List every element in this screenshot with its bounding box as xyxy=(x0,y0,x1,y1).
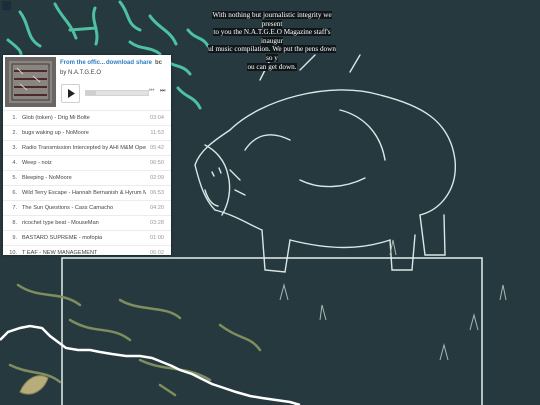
track-name: Weep - noiz xyxy=(22,160,52,166)
track-name: T EAF - NEW MANAGEMENT xyxy=(22,250,98,256)
white-frame xyxy=(61,257,483,405)
album-cover[interactable] xyxy=(5,57,56,107)
intro-text: With nothing but journalistic integrity … xyxy=(204,11,340,71)
track-duration: 11:53 xyxy=(150,130,164,136)
bandcamp-player: From the offic... download share bc by N… xyxy=(3,55,171,256)
track-row[interactable]: 6. Wild Terry Escape - Hannah Bernanish … xyxy=(3,185,171,200)
track-name: Wild Terry Escape - Hannah Bernanish & H… xyxy=(22,190,146,196)
play-button[interactable] xyxy=(61,84,80,103)
track-name: bugs waking up - NoMoore xyxy=(22,130,89,136)
progress-bar[interactable] xyxy=(85,90,149,96)
previous-track-icon[interactable]: ⏮ xyxy=(149,88,154,95)
track-number: 8. xyxy=(12,220,17,226)
hippo-sketch xyxy=(194,54,456,273)
track-number: 5. xyxy=(12,175,17,181)
track-row[interactable]: 1. Glob (token) - Drig Mi Bolte 03:04 xyxy=(3,110,171,125)
track-name: BASTARD SUPREME - mofopia xyxy=(22,235,103,241)
track-name: Bleeping - NoMoore xyxy=(22,175,72,181)
track-number: 2. xyxy=(12,130,17,136)
album-title-link[interactable]: From the offic... xyxy=(60,60,105,66)
track-name: ricochet type beat - MouseMan xyxy=(22,220,99,226)
track-row[interactable]: 2. bugs waking up - NoMoore 11:53 xyxy=(3,125,171,140)
track-list: 1. Glob (token) - Drig Mi Bolte 03:04 2.… xyxy=(3,110,171,260)
track-number: 10. xyxy=(9,250,17,256)
track-row[interactable]: 8. ricochet type beat - MouseMan 03:28 xyxy=(3,215,171,230)
share-link[interactable]: share xyxy=(136,60,152,66)
track-number: 4. xyxy=(12,160,17,166)
track-row[interactable]: 3. Radio Transmission Intercepted by AHI… xyxy=(3,140,171,155)
track-row[interactable]: 10. T EAF - NEW MANAGEMENT 06:02 xyxy=(3,245,171,260)
track-number: 9. xyxy=(12,235,17,241)
track-row[interactable]: 7. The Sun Questions - Cass Camacho 04:2… xyxy=(3,200,171,215)
track-duration: 06:02 xyxy=(150,250,164,256)
track-number: 3. xyxy=(12,145,17,151)
track-row[interactable]: 5. Bleeping - NoMoore 02:09 xyxy=(3,170,171,185)
track-name: Radio Transmission Intercepted by AHI M&… xyxy=(22,145,146,151)
progress-fill xyxy=(86,91,96,95)
track-duration: 01:00 xyxy=(150,235,164,241)
track-name: The Sun Questions - Cass Camacho xyxy=(22,205,114,211)
back-link[interactable]: < xyxy=(2,1,11,10)
track-number: 6. xyxy=(12,190,17,196)
track-number: 1. xyxy=(12,115,17,121)
track-duration: 02:09 xyxy=(150,175,164,181)
intro-line-3: ul music compilation. We put the pens do… xyxy=(208,45,336,62)
play-icon xyxy=(68,89,75,98)
olive-leaf xyxy=(19,375,49,395)
track-duration: 05:42 xyxy=(150,145,164,151)
track-duration: 06:53 xyxy=(150,190,164,196)
bandcamp-logo-icon[interactable]: bc xyxy=(155,60,162,66)
bandcamp-logo-text: bc xyxy=(155,60,163,66)
track-duration: 04:20 xyxy=(150,205,164,211)
track-duration: 03:28 xyxy=(150,220,164,226)
intro-line-2: to you the N.A.T.G.E.O Magazine staff's … xyxy=(213,28,331,45)
white-chalk-line xyxy=(0,324,301,405)
track-name: Glob (token) - Drig Mi Bolte xyxy=(22,115,90,121)
track-duration: 06:50 xyxy=(150,160,164,166)
intro-line-1: With nothing but journalistic integrity … xyxy=(212,11,332,28)
track-row[interactable]: 9. BASTARD SUPREME - mofopia 01:00 xyxy=(3,230,171,245)
next-track-icon[interactable]: ⏭ xyxy=(160,88,165,95)
download-link[interactable]: download xyxy=(106,60,134,66)
track-number: 7. xyxy=(12,205,17,211)
track-row[interactable]: 4. Weep - noiz 06:50 xyxy=(3,155,171,170)
track-duration: 03:04 xyxy=(150,115,164,121)
intro-line-4: ou can get down. xyxy=(247,62,297,71)
artist-link[interactable]: by N.A.T.G.E.O xyxy=(60,70,101,76)
